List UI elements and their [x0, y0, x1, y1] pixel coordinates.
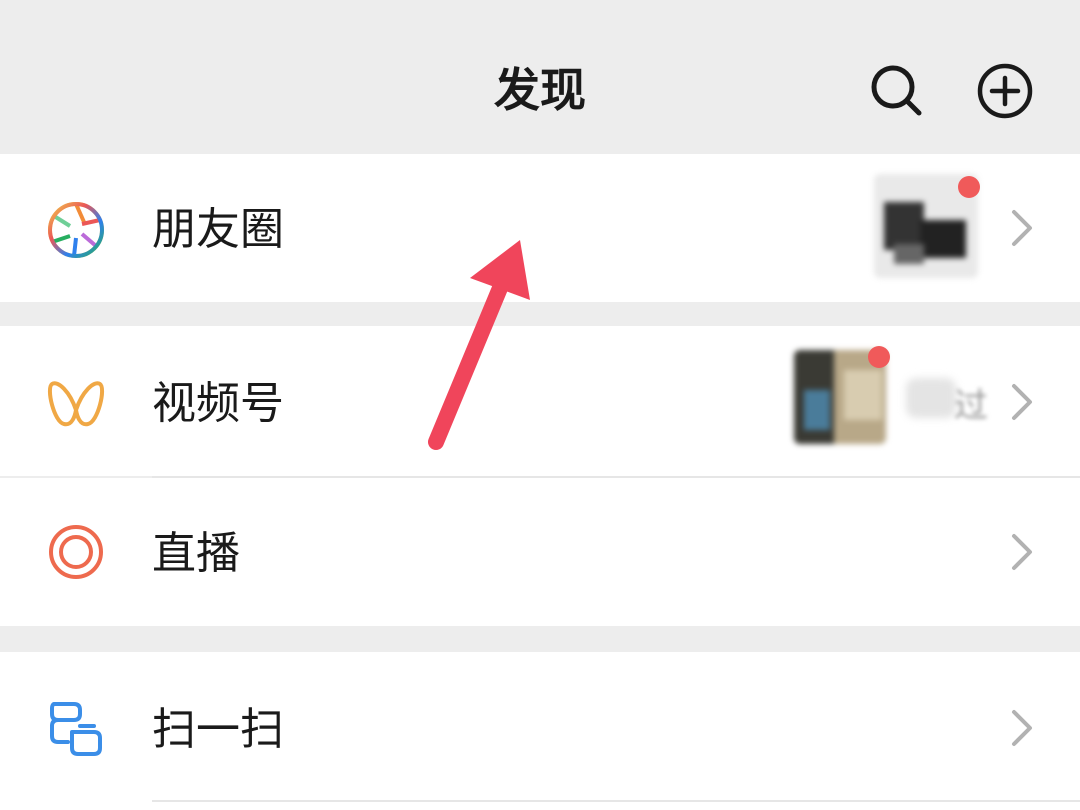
- channels-butterfly-icon: [44, 370, 108, 434]
- menu-item-channels[interactable]: 视频号 过: [0, 326, 1080, 476]
- blurred-avatar: [906, 378, 956, 418]
- live-circle-icon: [44, 520, 108, 584]
- search-icon[interactable]: [866, 60, 928, 122]
- chevron-right-icon: [1008, 380, 1036, 424]
- menu-item-scan[interactable]: 扫一扫: [0, 652, 1080, 810]
- chevron-right-icon: [1008, 706, 1036, 750]
- moments-aperture-icon: [44, 198, 108, 262]
- menu-item-label: 朋友圈: [152, 204, 284, 255]
- row-divider: [152, 800, 1080, 802]
- top-nav-bar: 发现: [0, 0, 1080, 152]
- scan-icon: [44, 696, 108, 760]
- chevron-right-icon: [1008, 530, 1036, 574]
- menu-item-live[interactable]: 直播: [0, 478, 1080, 626]
- chevron-right-icon: [1008, 206, 1036, 250]
- menu-item-label: 视频号: [152, 378, 284, 429]
- menu-item-label: 直播: [152, 528, 240, 579]
- menu-item-moments[interactable]: 朋友圈: [0, 154, 1080, 302]
- red-dot-badge: [958, 176, 980, 198]
- channels-trailing-text: 过: [954, 386, 988, 426]
- plus-circle-icon[interactable]: [974, 60, 1036, 122]
- red-dot-badge: [868, 346, 890, 368]
- menu-item-label: 扫一扫: [152, 704, 284, 755]
